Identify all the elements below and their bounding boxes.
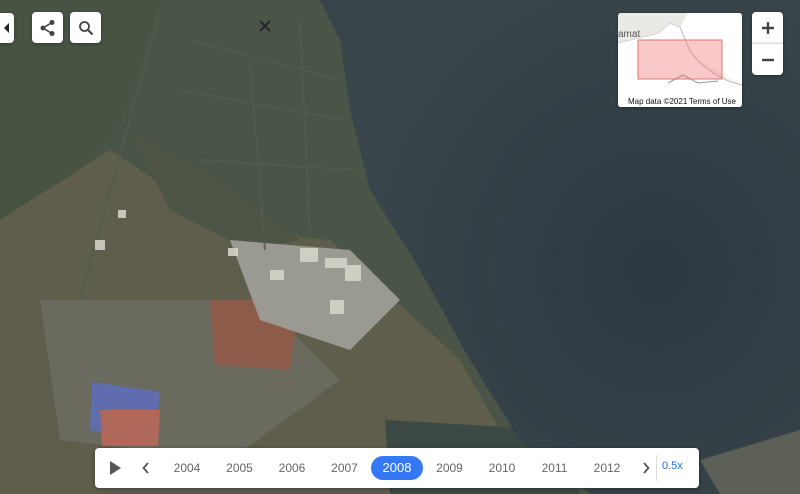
minimap-place-label: amat: [618, 29, 641, 40]
year-2009[interactable]: 2009: [424, 456, 476, 480]
terms-of-use-link[interactable]: Terms of Use: [686, 97, 738, 106]
zoom-out-button[interactable]: [752, 43, 783, 75]
search-icon: [78, 20, 93, 35]
plus-icon: [761, 21, 774, 34]
collapse-panel-button[interactable]: [0, 13, 14, 43]
share-button[interactable]: [32, 12, 63, 43]
year-2004[interactable]: 2004: [161, 456, 213, 480]
minus-icon: [761, 58, 774, 61]
play-icon: [110, 461, 121, 475]
year-2011[interactable]: 2011: [529, 456, 581, 480]
timeline-divider: [656, 455, 657, 481]
year-2008[interactable]: 2008: [371, 456, 423, 480]
satellite-map-viewer: amat Map data ©2021 Terms of Use 2004 200…: [0, 0, 800, 494]
chevron-right-icon: [643, 462, 650, 474]
map-data-attribution: Map data ©2021: [626, 97, 690, 106]
year-2007[interactable]: 2007: [319, 456, 371, 480]
play-button[interactable]: [105, 458, 125, 478]
chevron-left-icon: [4, 23, 9, 33]
timelapse-timeline: 2004 2005 2006 2007 2008 2009 2010 2011 2012 0.5…: [95, 448, 699, 488]
year-2006[interactable]: 2006: [266, 456, 318, 480]
year-2005[interactable]: 2005: [214, 456, 266, 480]
year-2010[interactable]: 2010: [476, 456, 528, 480]
previous-year-button[interactable]: [139, 460, 153, 476]
minimap-graphic: [618, 13, 742, 107]
zoom-in-button[interactable]: [752, 12, 783, 43]
share-icon: [40, 19, 54, 36]
search-button[interactable]: [70, 12, 101, 43]
year-2012[interactable]: 2012: [581, 456, 633, 480]
next-year-button[interactable]: [639, 460, 653, 476]
close-icon[interactable]: [257, 18, 273, 34]
overview-minimap[interactable]: amat Map data ©2021 Terms of Use: [618, 13, 742, 107]
viewport-indicator[interactable]: [637, 39, 723, 80]
playback-speed-button[interactable]: 0.5x: [662, 460, 683, 472]
chevron-left-icon: [142, 462, 149, 474]
